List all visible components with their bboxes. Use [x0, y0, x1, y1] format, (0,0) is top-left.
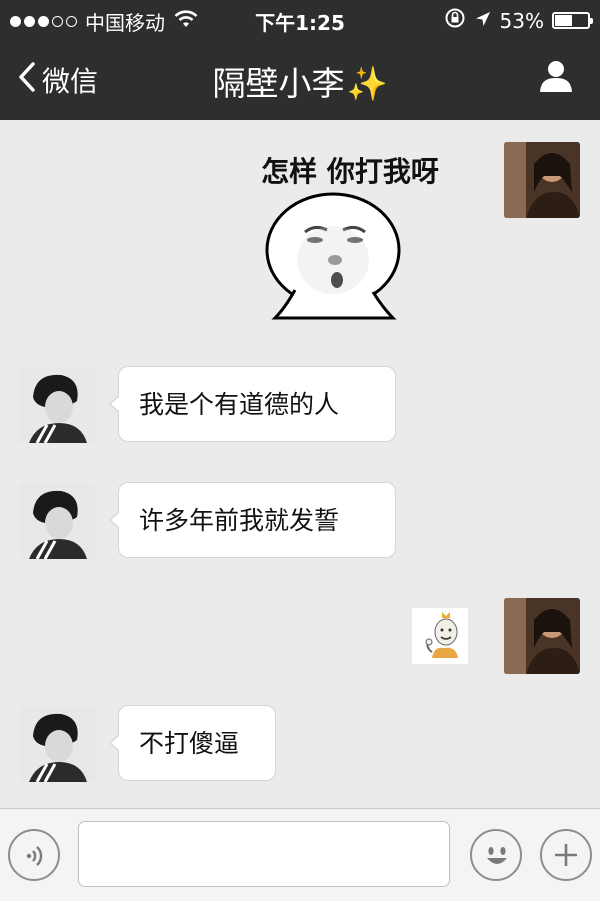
small-sticker-message[interactable]: [412, 608, 468, 664]
rotation-lock-icon: [444, 7, 466, 34]
smiley-icon: [482, 841, 512, 875]
emoji-button[interactable]: [470, 829, 522, 881]
contact-avatar[interactable]: [19, 483, 95, 559]
sticker-image: [425, 612, 458, 658]
message-bubble[interactable]: 许多年前我就发誓: [109, 482, 396, 558]
voice-button[interactable]: [8, 829, 60, 881]
contact-avatar[interactable]: [19, 367, 95, 443]
my-avatar[interactable]: [504, 598, 580, 674]
contact-avatar[interactable]: [19, 706, 95, 782]
profile-button[interactable]: [538, 58, 574, 98]
more-button[interactable]: [540, 829, 592, 881]
sticker-caption: 怎样 你打我呀: [261, 155, 439, 188]
my-avatar[interactable]: [504, 142, 580, 218]
contact-name: 隔壁小李: [212, 64, 345, 103]
person-icon: [538, 61, 574, 98]
sticker-message[interactable]: 怎样 你打我呀: [245, 150, 455, 330]
header: 中国移动 下午1:25 53% 微信 隔壁小李✨: [0, 0, 600, 120]
battery-fill: [555, 15, 572, 26]
voice-icon: [22, 843, 48, 873]
status-right: 53%: [444, 7, 593, 34]
chat-area[interactable]: 怎样 你打我呀 我是个有道德的人 许多年前我就发誓 不打傻逼: [0, 120, 600, 808]
message-bubble[interactable]: 不打傻逼: [109, 705, 276, 781]
plus-icon: [553, 842, 579, 872]
nav-bar: 微信 隔壁小李✨: [0, 40, 600, 120]
status-bar: 中国移动 下午1:25 53%: [0, 0, 600, 40]
sparkles-emoji: ✨: [346, 64, 388, 103]
battery-percent: 53%: [499, 8, 544, 33]
input-bar: [0, 808, 600, 901]
message-bubble[interactable]: 我是个有道德的人: [109, 366, 396, 442]
chat-title: 隔壁小李✨: [0, 57, 600, 105]
location-arrow-icon: [474, 9, 492, 33]
message-input[interactable]: [78, 821, 450, 887]
battery-icon: [552, 12, 593, 29]
